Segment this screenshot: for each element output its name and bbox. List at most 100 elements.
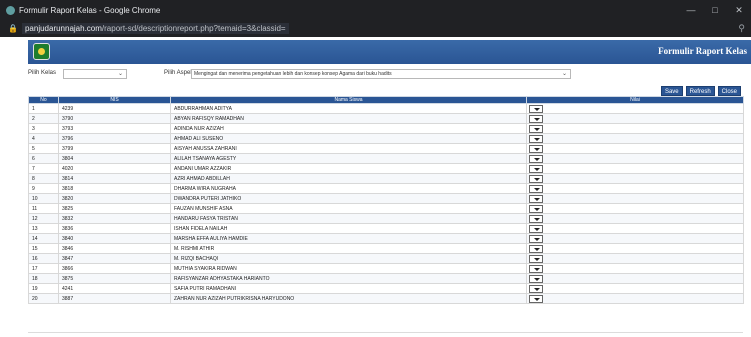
table-header-row: No NIS Nama Siswa Nilai (28, 96, 744, 104)
refresh-button[interactable]: Refresh (685, 86, 715, 96)
nilai-select[interactable] (529, 204, 543, 213)
address-bar[interactable]: 🔒 panjudarunnajah.com/raport-sd/descript… (0, 20, 751, 37)
filter-bar: Pilih Kelas ⌄ Pilih Aspek Mengingat dan … (28, 66, 751, 83)
nilai-select[interactable] (529, 244, 543, 253)
row-nama: MUTHIA SYAKIRA RIDWAN (170, 263, 527, 274)
row-nis: 3814 (58, 173, 171, 184)
table-row: 7 4020 ANDANI UMAR AZZAKIR (28, 163, 744, 174)
row-nilai-cell (526, 173, 744, 184)
row-nama: ABDURRAHMAN ADITYA (170, 103, 527, 114)
row-nilai-cell (526, 183, 744, 194)
row-nis: 3799 (58, 143, 171, 154)
nilai-select[interactable] (529, 264, 543, 273)
row-nama: ISHAN FIDELA NAILAH (170, 223, 527, 234)
row-nilai-cell (526, 243, 744, 254)
col-header-no: No (28, 96, 59, 104)
row-nis: 3846 (58, 243, 171, 254)
close-button[interactable]: Close (717, 86, 741, 96)
zoom-icon[interactable]: ⚲ (738, 23, 745, 34)
nilai-select[interactable] (529, 294, 543, 303)
row-nilai-cell (526, 233, 744, 244)
kelas-select[interactable]: ⌄ (63, 69, 127, 79)
row-nilai-cell (526, 223, 744, 234)
save-button[interactable]: Save (660, 86, 683, 96)
row-no: 17 (28, 263, 59, 274)
row-nama: M. RIZQI BACHAQI (170, 253, 527, 264)
nilai-select[interactable] (529, 134, 543, 143)
nilai-select[interactable] (529, 124, 543, 133)
row-no: 15 (28, 243, 59, 254)
table-row: 17 3866 MUTHIA SYAKIRA RIDWAN (28, 263, 744, 274)
page-banner: Formulir Raport Kelas (28, 40, 751, 64)
nilai-select[interactable] (529, 174, 543, 183)
row-no: 8 (28, 173, 59, 184)
row-no: 2 (28, 113, 59, 124)
aspek-select[interactable]: Mengingat dan menerima pengetahuan lebih… (191, 69, 571, 79)
row-nilai-cell (526, 153, 744, 164)
nilai-select[interactable] (529, 154, 543, 163)
close-window-icon[interactable]: ✕ (727, 5, 751, 16)
row-no: 5 (28, 143, 59, 154)
row-nis: 3804 (58, 153, 171, 164)
row-nilai-cell (526, 263, 744, 274)
row-nis: 4020 (58, 163, 171, 174)
minimize-icon[interactable]: — (679, 5, 703, 15)
url-text[interactable]: panjudarunnajah.com/raport-sd/descriptio… (21, 23, 289, 34)
row-nis: 3875 (58, 273, 171, 284)
url-host: panjudarunnajah.com (24, 24, 102, 33)
row-no: 18 (28, 273, 59, 284)
kelas-label: Pilih Kelas (28, 70, 57, 76)
table-row: 11 3825 FAUZAN MUNSHIF ASNA (28, 203, 744, 214)
row-nama: ZAHRAN NUR AZIZAH PUTRIKRISNA HARYUDONO (170, 293, 527, 304)
row-nama: RAFISYANZAR ADHYASTAKA HARIANTO (170, 273, 527, 284)
aspek-label: Pilih Aspek (164, 70, 194, 76)
row-nis: 3866 (58, 263, 171, 274)
row-nis: 3887 (58, 293, 171, 304)
row-nilai-cell (526, 163, 744, 174)
row-nama: ALILAH TSANAYA AGESTY (170, 153, 527, 164)
row-nilai-cell (526, 133, 744, 144)
row-nama: ABYAN RAFISQY RAMADHAN (170, 113, 527, 124)
nilai-select[interactable] (529, 114, 543, 123)
row-no: 11 (28, 203, 59, 214)
table-row: 1 4239 ABDURRAHMAN ADITYA (28, 103, 744, 114)
nilai-select[interactable] (529, 284, 543, 293)
url-path: /raport-sd/descriptionreport.php?temaid=… (101, 24, 286, 33)
aspek-select-value: Mengingat dan menerima pengetahuan lebih… (194, 71, 392, 77)
lock-icon: 🔒 (8, 24, 18, 33)
browser-title-bar: Formulir Raport Kelas - Google Chrome — … (0, 0, 751, 20)
table-row: 5 3799 AISYAH ANUSSA ZAHRANI (28, 143, 744, 154)
row-nilai-cell (526, 193, 744, 204)
row-no: 19 (28, 283, 59, 294)
row-no: 4 (28, 133, 59, 144)
table-row: 14 3840 MARSHA EFFA AULIYA HAMDIE (28, 233, 744, 244)
nilai-select[interactable] (529, 234, 543, 243)
col-header-nis: NIS (58, 96, 171, 104)
table-body: 1 4239 ABDURRAHMAN ADITYA 2 3790 ABYAN RAFISQ… (28, 103, 744, 304)
row-nilai-cell (526, 253, 744, 264)
row-nama: AZRI AHMAD ABDILLAH (170, 173, 527, 184)
row-nama: FAUZAN MUNSHIF ASNA (170, 203, 527, 214)
nilai-select[interactable] (529, 144, 543, 153)
maximize-icon[interactable]: □ (703, 5, 727, 15)
nilai-select[interactable] (529, 184, 543, 193)
nilai-select[interactable] (529, 254, 543, 263)
nilai-select[interactable] (529, 274, 543, 283)
row-nilai-cell (526, 213, 744, 224)
nilai-select[interactable] (529, 164, 543, 173)
col-header-nilai: Nilai (526, 96, 744, 104)
nilai-select[interactable] (529, 214, 543, 223)
nilai-select[interactable] (529, 194, 543, 203)
table-row: 3 3793 ADINDA NUR AZIZAH (28, 123, 744, 134)
chevron-down-icon: ⌄ (117, 71, 123, 77)
row-nilai-cell (526, 203, 744, 214)
row-no: 14 (28, 233, 59, 244)
row-no: 13 (28, 223, 59, 234)
row-no: 7 (28, 163, 59, 174)
row-nama: SAFIA PUTRI RAMADHANI (170, 283, 527, 294)
chevron-down-icon: ⌄ (561, 71, 567, 77)
nilai-select[interactable] (529, 104, 543, 113)
row-no: 6 (28, 153, 59, 164)
row-nis: 4241 (58, 283, 171, 294)
nilai-select[interactable] (529, 224, 543, 233)
